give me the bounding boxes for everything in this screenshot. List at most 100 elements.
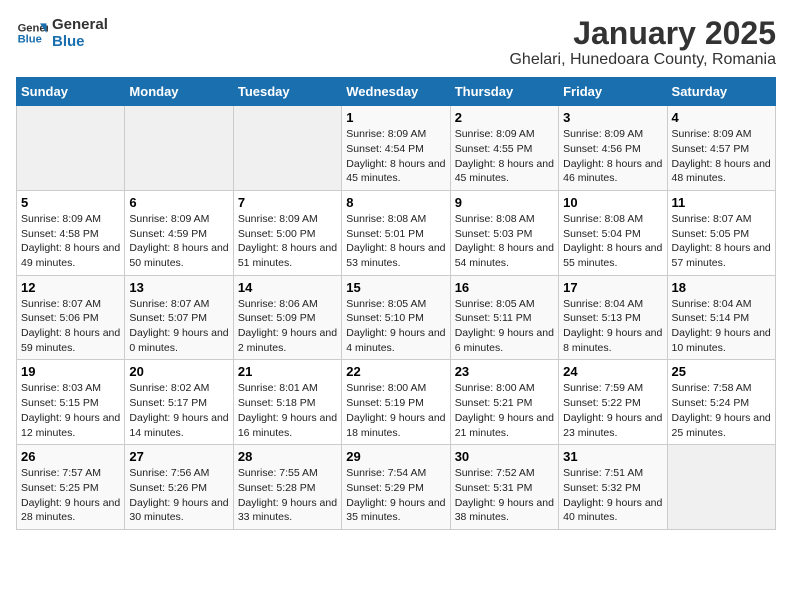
day-info: Sunrise: 7:51 AM Sunset: 5:32 PM Dayligh…: [563, 466, 662, 525]
calendar-day-27: 27Sunrise: 7:56 AM Sunset: 5:26 PM Dayli…: [125, 445, 233, 530]
calendar-table: SundayMondayTuesdayWednesdayThursdayFrid…: [16, 77, 776, 530]
day-info: Sunrise: 8:09 AM Sunset: 4:58 PM Dayligh…: [21, 212, 120, 271]
calendar-day-16: 16 Sunrise: 8:05 AM Sunset: 5:11 PM Dayli…: [450, 275, 558, 360]
calendar-day-15: 15 Sunrise: 8:05 AM Sunset: 5:10 PM Dayli…: [342, 275, 450, 360]
day-info: Sunrise: 8:09 AM Sunset: 4:54 PM Dayligh…: [346, 127, 445, 186]
title-block: January 2025 Ghelari, Hunedoara County, …: [509, 16, 776, 69]
calendar-day-2: 2Sunrise: 8:09 AM Sunset: 4:55 PM Daylig…: [450, 106, 558, 191]
calendar-day-13: 13 Sunrise: 8:07 AM Sunset: 5:07 PM Dayli…: [125, 275, 233, 360]
day-number: 3: [563, 110, 662, 125]
calendar-empty: [667, 445, 775, 530]
day-info: Sunrise: 8:00 AM Sunset: 5:21 PM Dayligh…: [455, 381, 554, 440]
calendar-day-31: 31Sunrise: 7:51 AM Sunset: 5:32 PM Dayli…: [559, 445, 667, 530]
day-info: Sunrise: 7:54 AM Sunset: 5:29 PM Dayligh…: [346, 466, 445, 525]
calendar-empty: [17, 106, 125, 191]
day-number: 13: [129, 280, 228, 295]
day-info: Sunrise: 8:03 AM Sunset: 5:15 PM Dayligh…: [21, 381, 120, 440]
day-info: Sunrise: 7:52 AM Sunset: 5:31 PM Dayligh…: [455, 466, 554, 525]
day-info: Sunrise: 8:09 AM Sunset: 4:59 PM Dayligh…: [129, 212, 228, 271]
day-number: 15: [346, 280, 445, 295]
day-info: Sunrise: 8:02 AM Sunset: 5:17 PM Dayligh…: [129, 381, 228, 440]
day-number: 21: [238, 364, 337, 379]
day-number: 7: [238, 195, 337, 210]
day-number: 25: [672, 364, 771, 379]
day-info: Sunrise: 8:05 AM Sunset: 5:11 PM Dayligh…: [455, 297, 554, 356]
day-info: Sunrise: 7:59 AM Sunset: 5:22 PM Dayligh…: [563, 381, 662, 440]
calendar-day-23: 23 Sunrise: 8:00 AM Sunset: 5:21 PM Dayli…: [450, 360, 558, 445]
day-number: 18: [672, 280, 771, 295]
page-header: General Blue General Blue January 2025 G…: [16, 16, 776, 69]
calendar-empty: [233, 106, 341, 191]
calendar-day-5: 5 Sunrise: 8:09 AM Sunset: 4:58 PM Daylig…: [17, 190, 125, 275]
calendar-day-30: 30Sunrise: 7:52 AM Sunset: 5:31 PM Dayli…: [450, 445, 558, 530]
day-number: 28: [238, 449, 337, 464]
day-number: 14: [238, 280, 337, 295]
calendar-day-4: 4Sunrise: 8:09 AM Sunset: 4:57 PM Daylig…: [667, 106, 775, 191]
day-info: Sunrise: 8:06 AM Sunset: 5:09 PM Dayligh…: [238, 297, 337, 356]
calendar-empty: [125, 106, 233, 191]
calendar-body: 1 Sunrise: 8:09 AM Sunset: 4:54 PM Daylig…: [17, 106, 776, 530]
day-info: Sunrise: 8:07 AM Sunset: 5:06 PM Dayligh…: [21, 297, 120, 356]
weekday-header-friday: Friday: [559, 78, 667, 106]
calendar-title: January 2025: [509, 16, 776, 51]
day-info: Sunrise: 7:58 AM Sunset: 5:24 PM Dayligh…: [672, 381, 771, 440]
calendar-day-21: 21 Sunrise: 8:01 AM Sunset: 5:18 PM Dayli…: [233, 360, 341, 445]
day-number: 23: [455, 364, 554, 379]
svg-text:Blue: Blue: [18, 34, 42, 46]
day-info: Sunrise: 8:07 AM Sunset: 5:05 PM Dayligh…: [672, 212, 771, 271]
weekday-header-saturday: Saturday: [667, 78, 775, 106]
day-info: Sunrise: 8:00 AM Sunset: 5:19 PM Dayligh…: [346, 381, 445, 440]
day-number: 12: [21, 280, 120, 295]
weekday-header-wednesday: Wednesday: [342, 78, 450, 106]
day-info: Sunrise: 8:04 AM Sunset: 5:14 PM Dayligh…: [672, 297, 771, 356]
day-number: 19: [21, 364, 120, 379]
day-info: Sunrise: 8:09 AM Sunset: 5:00 PM Dayligh…: [238, 212, 337, 271]
calendar-day-24: 24 Sunrise: 7:59 AM Sunset: 5:22 PM Dayli…: [559, 360, 667, 445]
day-number: 8: [346, 195, 445, 210]
calendar-day-6: 6Sunrise: 8:09 AM Sunset: 4:59 PM Daylig…: [125, 190, 233, 275]
day-number: 1: [346, 110, 445, 125]
calendar-day-20: 20 Sunrise: 8:02 AM Sunset: 5:17 PM Dayli…: [125, 360, 233, 445]
weekday-header-sunday: Sunday: [17, 78, 125, 106]
calendar-day-9: 9Sunrise: 8:08 AM Sunset: 5:03 PM Daylig…: [450, 190, 558, 275]
calendar-day-18: 18 Sunrise: 8:04 AM Sunset: 5:14 PM Dayli…: [667, 275, 775, 360]
day-number: 5: [21, 195, 120, 210]
weekday-header-tuesday: Tuesday: [233, 78, 341, 106]
weekday-row: SundayMondayTuesdayWednesdayThursdayFrid…: [17, 78, 776, 106]
calendar-day-19: 19 Sunrise: 8:03 AM Sunset: 5:15 PM Dayli…: [17, 360, 125, 445]
day-info: Sunrise: 8:01 AM Sunset: 5:18 PM Dayligh…: [238, 381, 337, 440]
day-info: Sunrise: 7:57 AM Sunset: 5:25 PM Dayligh…: [21, 466, 120, 525]
calendar-subtitle: Ghelari, Hunedoara County, Romania: [509, 51, 776, 69]
day-number: 27: [129, 449, 228, 464]
logo: General Blue General Blue: [16, 16, 108, 50]
day-info: Sunrise: 8:09 AM Sunset: 4:57 PM Dayligh…: [672, 127, 771, 186]
calendar-day-8: 8 Sunrise: 8:08 AM Sunset: 5:01 PM Daylig…: [342, 190, 450, 275]
weekday-header-thursday: Thursday: [450, 78, 558, 106]
calendar-day-10: 10Sunrise: 8:08 AM Sunset: 5:04 PM Dayli…: [559, 190, 667, 275]
day-info: Sunrise: 8:07 AM Sunset: 5:07 PM Dayligh…: [129, 297, 228, 356]
day-number: 17: [563, 280, 662, 295]
day-number: 20: [129, 364, 228, 379]
calendar-header: SundayMondayTuesdayWednesdayThursdayFrid…: [17, 78, 776, 106]
calendar-day-26: 26Sunrise: 7:57 AM Sunset: 5:25 PM Dayli…: [17, 445, 125, 530]
day-number: 22: [346, 364, 445, 379]
calendar-day-29: 29 Sunrise: 7:54 AM Sunset: 5:29 PM Dayli…: [342, 445, 450, 530]
day-info: Sunrise: 8:09 AM Sunset: 4:56 PM Dayligh…: [563, 127, 662, 186]
calendar-day-1: 1 Sunrise: 8:09 AM Sunset: 4:54 PM Daylig…: [342, 106, 450, 191]
calendar-day-25: 25 Sunrise: 7:58 AM Sunset: 5:24 PM Dayli…: [667, 360, 775, 445]
calendar-week-2: 5 Sunrise: 8:09 AM Sunset: 4:58 PM Daylig…: [17, 190, 776, 275]
calendar-day-7: 7 Sunrise: 8:09 AM Sunset: 5:00 PM Daylig…: [233, 190, 341, 275]
day-number: 2: [455, 110, 554, 125]
calendar-day-3: 3 Sunrise: 8:09 AM Sunset: 4:56 PM Daylig…: [559, 106, 667, 191]
day-number: 24: [563, 364, 662, 379]
day-info: Sunrise: 8:05 AM Sunset: 5:10 PM Dayligh…: [346, 297, 445, 356]
day-info: Sunrise: 8:04 AM Sunset: 5:13 PM Dayligh…: [563, 297, 662, 356]
weekday-header-monday: Monday: [125, 78, 233, 106]
day-info: Sunrise: 8:08 AM Sunset: 5:01 PM Dayligh…: [346, 212, 445, 271]
day-number: 29: [346, 449, 445, 464]
calendar-week-3: 12 Sunrise: 8:07 AM Sunset: 5:06 PM Dayli…: [17, 275, 776, 360]
day-number: 9: [455, 195, 554, 210]
calendar-day-12: 12 Sunrise: 8:07 AM Sunset: 5:06 PM Dayli…: [17, 275, 125, 360]
day-number: 16: [455, 280, 554, 295]
calendar-day-28: 28Sunrise: 7:55 AM Sunset: 5:28 PM Dayli…: [233, 445, 341, 530]
